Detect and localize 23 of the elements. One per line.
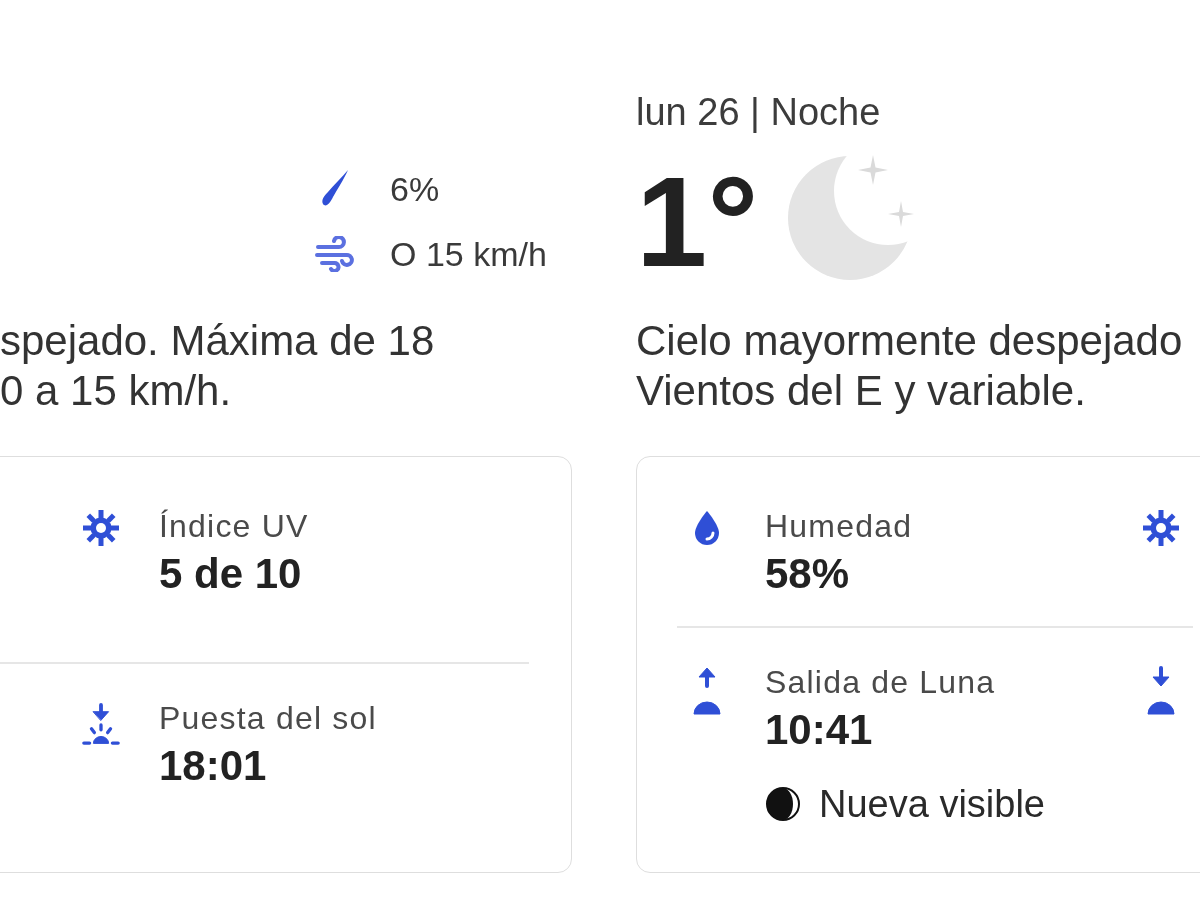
moonset-icon — [1145, 666, 1177, 716]
sun-icon — [83, 510, 119, 546]
forecast-description: spejado. Máxima de 18 0 a 15 km/h. — [0, 316, 436, 416]
sun-icon — [1143, 510, 1179, 546]
detail-value: 10:41 — [765, 706, 873, 754]
precipitation-value: 6% — [390, 169, 440, 209]
detail-label: Índice UV — [159, 508, 309, 544]
detail-value: 58% — [765, 550, 850, 598]
detail-value: 18:01 — [159, 741, 267, 790]
moonrise-icon — [691, 666, 723, 716]
wind-icon — [315, 236, 355, 272]
detail-label: Salida de Luna — [765, 664, 996, 700]
detail-label: Humedad — [765, 508, 913, 544]
forecast-description: Cielo mayormente despejado Vientos del E y variable. — [636, 316, 1184, 416]
date-heading: lun 26 | Noche — [636, 90, 882, 134]
half-moon-icon — [765, 786, 801, 822]
sunset-icon — [81, 701, 121, 748]
moon-phase-text: Nueva visible — [819, 783, 1045, 825]
temperature: 1° — [636, 158, 759, 286]
detail-value: 5 de 10 — [159, 550, 302, 598]
water-drop-icon — [692, 510, 722, 546]
detail-label: Puesta del sol — [159, 699, 377, 736]
wind-value: O 15 km/h — [390, 234, 547, 274]
